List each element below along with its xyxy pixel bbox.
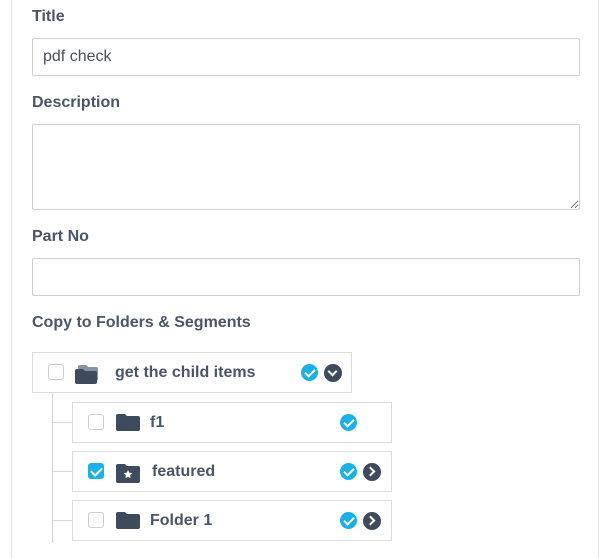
chevron-right-icon[interactable]: [363, 463, 381, 481]
tree-node-featured[interactable]: featured: [72, 451, 392, 492]
description-textarea[interactable]: [32, 124, 580, 210]
folder-1-checkbox[interactable]: [88, 512, 104, 528]
f1-label: f1: [150, 414, 165, 431]
title-input[interactable]: [32, 38, 580, 76]
title-label: Title: [32, 8, 65, 25]
folder-star-icon: [116, 464, 140, 483]
part-no-input[interactable]: [32, 258, 580, 296]
tree-node-root[interactable]: get the child items: [32, 352, 352, 393]
folder-icon: [116, 414, 140, 431]
f1-checkbox[interactable]: [88, 414, 104, 430]
featured-checkbox[interactable]: [88, 463, 104, 479]
tree-connector: [52, 520, 72, 521]
folder-icon: [116, 512, 140, 529]
tree-connector: [52, 422, 72, 423]
root-label: get the child items: [115, 364, 256, 381]
check-badge-icon: [301, 364, 318, 381]
tree-node-folder-1[interactable]: Folder 1: [72, 500, 392, 541]
root-checkbox[interactable]: [48, 364, 64, 380]
check-badge-icon: [340, 512, 357, 529]
check-badge-icon: [340, 463, 357, 480]
folder-1-label: Folder 1: [150, 512, 213, 529]
folders-icon: [75, 365, 98, 384]
chevron-down-icon[interactable]: [324, 364, 342, 382]
description-label: Description: [32, 94, 121, 111]
featured-label: featured: [152, 463, 216, 480]
tree-node-f1[interactable]: f1: [72, 402, 392, 443]
check-badge-icon: [340, 414, 357, 431]
tree-connector: [52, 471, 72, 472]
chevron-right-icon[interactable]: [363, 512, 381, 530]
copy-to-folders-label: Copy to Folders & Segments: [32, 314, 251, 331]
part-no-label: Part No: [32, 228, 89, 245]
